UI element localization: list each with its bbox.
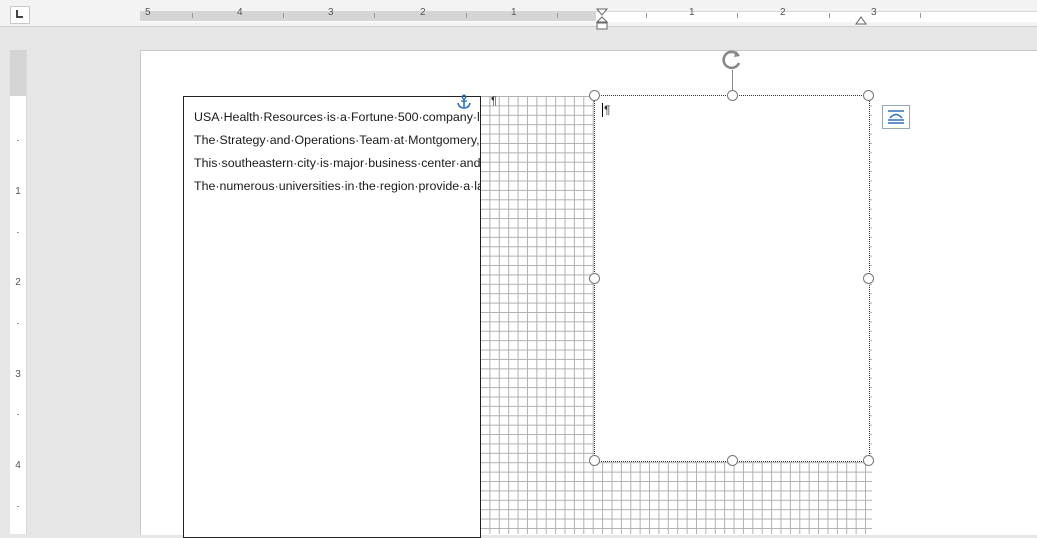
ruler-number: 2	[15, 277, 21, 288]
ruler-number: 3	[871, 7, 877, 18]
ruler-tick	[557, 13, 558, 18]
text-box[interactable]: USA·Health·Resources·is·a·Fortune·500·co…	[183, 96, 481, 538]
selected-shape[interactable]	[594, 95, 870, 462]
paragraph[interactable]: The·Strategy·and·Operations·Team·at·Mont…	[194, 133, 480, 147]
ruler-tick	[17, 323, 19, 324]
tab-selector-icon[interactable]	[10, 6, 30, 24]
ruler-tick	[920, 13, 921, 18]
anchor-icon[interactable]	[456, 94, 472, 110]
ruler-number: 1	[15, 186, 21, 197]
ruler-tick	[17, 140, 19, 141]
resize-handle-top-left[interactable]	[589, 90, 600, 101]
resize-handle-left[interactable]	[589, 273, 600, 284]
paragraph[interactable]: The·numerous·universities·in·the·region·…	[194, 179, 480, 193]
ruler-number: 2	[420, 7, 426, 18]
layout-options-icon	[888, 110, 904, 124]
indent-marker-icon[interactable]	[596, 8, 608, 34]
horizontal-ruler[interactable]: 5 4 3 2 1 1 2 3	[0, 0, 1037, 30]
ruler-tick	[466, 13, 467, 18]
ruler-number: 4	[237, 7, 243, 18]
ruler-number: 1	[689, 7, 695, 18]
resize-handle-top[interactable]	[727, 90, 738, 101]
paragraph-mark: ¶	[491, 95, 497, 107]
ruler-tick	[829, 13, 830, 18]
ruler-tick	[17, 414, 19, 415]
ruler-tick	[374, 13, 375, 18]
paragraph[interactable]: USA·Health·Resources·is·a·Fortune·500·co…	[194, 110, 480, 124]
paragraph[interactable]: This·southeastern·city·is·major·business…	[194, 156, 480, 170]
ruler-number: 2	[780, 7, 786, 18]
ruler-tick	[283, 13, 284, 18]
resize-handle-right[interactable]	[863, 273, 874, 284]
ruler-tick	[646, 13, 647, 18]
ruler-number: 5	[145, 7, 151, 18]
ruler-number: 3	[15, 369, 21, 380]
ruler-number: 4	[15, 460, 21, 471]
ruler-number: 3	[328, 7, 334, 18]
resize-handle-bottom-right[interactable]	[863, 455, 874, 466]
ruler-tick	[737, 13, 738, 18]
ruler-tick	[192, 13, 193, 18]
rotate-handle-icon[interactable]	[721, 49, 743, 71]
ruler-number: 1	[511, 7, 517, 18]
layout-options-button[interactable]	[882, 105, 910, 129]
resize-handle-bottom-left[interactable]	[589, 455, 600, 466]
resize-handle-top-right[interactable]	[863, 90, 874, 101]
paragraph-mark: ¶	[604, 103, 611, 117]
ruler-tick	[17, 232, 19, 233]
text-cursor	[602, 103, 603, 117]
ruler-margin-area	[140, 11, 596, 21]
resize-handle-bottom[interactable]	[727, 455, 738, 466]
ruler-tick	[17, 506, 19, 507]
right-indent-marker-icon[interactable]	[855, 16, 867, 25]
vertical-ruler-margin	[10, 50, 26, 96]
